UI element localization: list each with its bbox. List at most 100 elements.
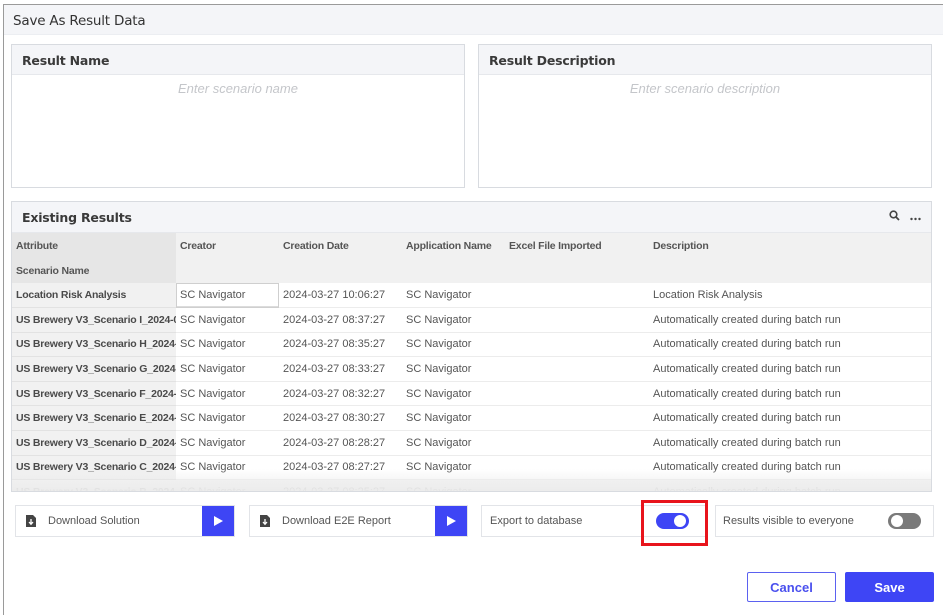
cell-application-name[interactable]: SC Navigator — [402, 455, 505, 481]
save-button[interactable]: Save — [845, 572, 934, 602]
cell-creator[interactable]: SC Navigator — [176, 283, 279, 309]
cell-description[interactable]: Automatically created during batch run — [649, 332, 931, 358]
cell-scenario-name[interactable]: US Brewery V3_Scenario G_2024-0... — [12, 356, 176, 382]
export-to-database-toggle[interactable] — [656, 513, 689, 529]
cell-excel-file-imported[interactable] — [505, 430, 649, 456]
cell-excel-file-imported[interactable] — [505, 381, 649, 407]
cell-scenario-name[interactable]: US Brewery V3_Scenario I_2024-0... — [12, 307, 176, 333]
cell-application-name[interactable]: SC Navigator — [402, 307, 505, 333]
dialog-title: Save As Result Data — [4, 5, 943, 35]
cell-excel-file-imported[interactable] — [505, 455, 649, 481]
existing-results-panel: Existing Results Attribute Creator Creat… — [11, 201, 932, 492]
search-icon[interactable] — [889, 210, 900, 224]
cell-scenario-name[interactable]: Location Risk Analysis — [12, 283, 176, 309]
toggle-knob — [674, 515, 686, 527]
cell-description[interactable]: Automatically created during batch run — [649, 430, 931, 456]
cell-creator[interactable]: SC Navigator — [176, 332, 279, 358]
cell-application-name[interactable]: SC Navigator — [402, 405, 505, 432]
cell-application-name[interactable]: SC Navigator — [402, 479, 505, 491]
cell-description[interactable]: Automatically created during batch run — [649, 405, 931, 432]
result-description-input[interactable] — [479, 75, 931, 185]
table-row[interactable]: US Brewery V3_Scenario G_2024-0... SC Nav… — [12, 356, 931, 382]
cell-creator[interactable]: SC Navigator — [176, 430, 279, 456]
results-visible-toggle[interactable] — [888, 513, 921, 529]
column-header-description[interactable]: Description — [649, 233, 931, 283]
cell-creation-date[interactable]: 2024-03-27 08:37:27 — [279, 307, 402, 333]
cell-description[interactable]: Automatically created during batch run — [649, 479, 931, 491]
cell-creator[interactable]: SC Navigator — [176, 356, 279, 382]
column-header-creation-date[interactable]: Creation Date — [279, 233, 402, 283]
column-header-application-name[interactable]: Application Name — [402, 233, 505, 283]
cell-scenario-name[interactable]: US Brewery V3_Scenario C_2024-0... — [12, 455, 176, 481]
table-row[interactable]: US Brewery V3_Scenario F_2024-0... SC Nav… — [12, 381, 931, 407]
cell-creation-date[interactable]: 2024-03-27 08:27:27 — [279, 455, 402, 481]
cell-creation-date[interactable]: 2024-03-27 08:32:27 — [279, 381, 402, 407]
cell-creator[interactable]: SC Navigator — [176, 455, 279, 481]
result-name-input[interactable] — [12, 75, 464, 185]
cell-description[interactable]: Automatically created during batch run — [649, 455, 931, 481]
cell-scenario-name[interactable]: US Brewery V3_Scenario D_2024-0... — [12, 430, 176, 456]
cell-application-name[interactable]: SC Navigator — [402, 283, 505, 309]
results-visible-box: Results visible to everyone — [715, 505, 934, 537]
table-row[interactable]: US Brewery V3_Scenario D_2024-0... SC Nav… — [12, 430, 931, 456]
cell-scenario-name[interactable]: US Brewery V3_Scenario E_2024-0... — [12, 405, 176, 432]
cell-creation-date[interactable]: 2024-03-27 08:28:27 — [279, 430, 402, 456]
attribute-header: Attribute — [12, 233, 176, 258]
cell-application-name[interactable]: SC Navigator — [402, 356, 505, 382]
results-visible-label: Results visible to everyone — [723, 515, 854, 527]
column-header-excel-file-imported[interactable]: Excel File Imported — [505, 233, 649, 283]
play-icon — [446, 516, 456, 526]
cell-creation-date[interactable]: 2024-03-27 08:30:27 — [279, 405, 402, 432]
cell-creation-date[interactable]: 2024-03-27 10:06:27 — [279, 283, 402, 309]
more-horizontal-icon[interactable] — [910, 210, 921, 224]
existing-results-header: Existing Results — [12, 202, 931, 233]
cell-description[interactable]: Automatically created during batch run — [649, 307, 931, 333]
file-download-icon — [260, 515, 270, 527]
cell-creation-date[interactable]: 2024-03-27 08:35:27 — [279, 332, 402, 358]
cell-excel-file-imported[interactable] — [505, 332, 649, 358]
download-e2e-report-box: Download E2E Report — [249, 505, 468, 537]
cell-excel-file-imported[interactable] — [505, 307, 649, 333]
cell-creator[interactable]: SC Navigator — [176, 405, 279, 432]
cell-description[interactable]: Automatically created during batch run — [649, 381, 931, 407]
table-row[interactable]: US Brewery V3_Scenario E_2024-0... SC Nav… — [12, 405, 931, 432]
file-download-icon — [26, 515, 36, 527]
table-row[interactable]: US Brewery V3_Scenario H_2024-... SC Navi… — [12, 332, 931, 358]
cell-creator[interactable]: SC Navigator — [176, 381, 279, 407]
cell-application-name[interactable]: SC Navigator — [402, 430, 505, 456]
scenario-name-header[interactable]: Scenario Name — [12, 258, 176, 283]
export-to-database-box: Export to database — [481, 505, 706, 537]
cell-description[interactable]: Location Risk Analysis — [649, 283, 931, 309]
export-to-database-label: Export to database — [490, 515, 583, 527]
result-description-panel: Result Description — [478, 44, 932, 188]
download-solution-button[interactable] — [202, 506, 234, 536]
cell-excel-file-imported[interactable] — [505, 479, 649, 491]
cell-scenario-name[interactable]: US Brewery V3_Scenario H_2024-... — [12, 332, 176, 358]
cell-excel-file-imported[interactable] — [505, 283, 649, 309]
download-solution-box: Download Solution — [15, 505, 235, 537]
download-e2e-report-button[interactable] — [435, 506, 467, 536]
download-solution-label: Download Solution — [48, 515, 140, 527]
cell-scenario-name[interactable]: US Brewery V3_Scenario B_2024-0... — [12, 479, 176, 491]
existing-results-title: Existing Results — [22, 210, 132, 225]
cell-creator[interactable]: SC Navigator — [176, 479, 279, 491]
existing-results-table: Attribute Creator Creation Date Applicat… — [12, 233, 931, 491]
result-name-title: Result Name — [12, 45, 464, 75]
cell-application-name[interactable]: SC Navigator — [402, 332, 505, 358]
cell-excel-file-imported[interactable] — [505, 356, 649, 382]
table-row[interactable]: US Brewery V3_Scenario I_2024-0... SC Nav… — [12, 307, 931, 333]
play-icon — [213, 516, 223, 526]
cancel-button[interactable]: Cancel — [747, 572, 836, 602]
result-name-panel: Result Name — [11, 44, 465, 188]
cell-scenario-name[interactable]: US Brewery V3_Scenario F_2024-0... — [12, 381, 176, 407]
table-row[interactable]: US Brewery V3_Scenario C_2024-0... SC Nav… — [12, 455, 931, 481]
cell-application-name[interactable]: SC Navigator — [402, 381, 505, 407]
cell-creator[interactable]: SC Navigator — [176, 307, 279, 333]
column-header-creator[interactable]: Creator — [176, 233, 279, 283]
cell-creation-date[interactable]: 2024-03-27 08:33:27 — [279, 356, 402, 382]
cell-creation-date[interactable]: 2024-03-27 08:25:27 — [279, 479, 402, 491]
cell-description[interactable]: Automatically created during batch run — [649, 356, 931, 382]
table-row[interactable]: US Brewery V3_Scenario B_2024-0...SC Nav… — [12, 479, 931, 491]
cell-excel-file-imported[interactable] — [505, 405, 649, 432]
table-row[interactable]: Location Risk Analysis SC Navigator 2024-0… — [12, 283, 931, 309]
